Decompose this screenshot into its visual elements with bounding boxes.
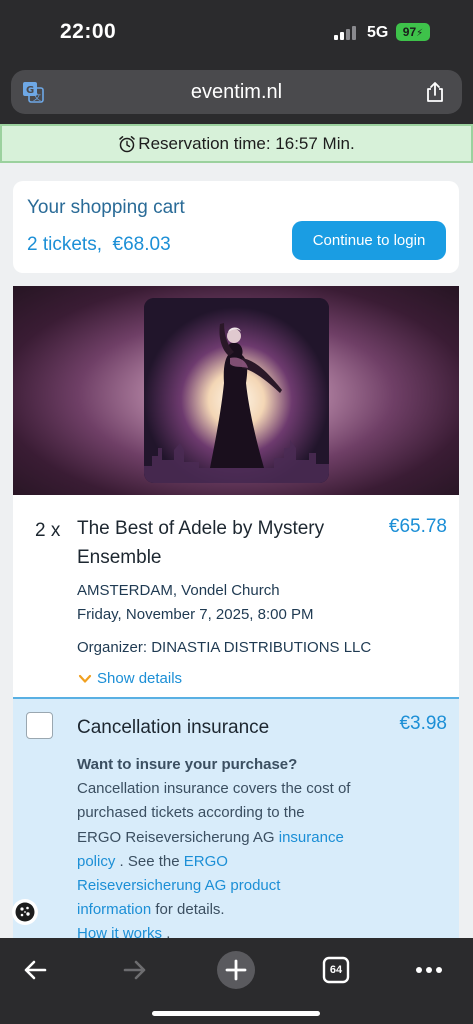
battery-icon: 97⚡ xyxy=(396,23,430,41)
event-price: €65.78 xyxy=(388,516,447,537)
cancellation-insurance-section: Cancellation insurance €3.98 Want to ins… xyxy=(13,697,459,938)
insurance-description: Want to insure your purchase? Cancellati… xyxy=(77,753,352,938)
insurance-text-2: . See the xyxy=(119,852,180,870)
browser-toolbar: 64 xyxy=(0,938,473,1024)
battery-level: 97 xyxy=(402,25,417,39)
translate-icon[interactable]: G 文 xyxy=(22,81,44,103)
insurance-text-4: . xyxy=(166,925,171,938)
event-venue: AMSTERDAM, Vondel Church xyxy=(77,582,280,599)
more-dots-icon xyxy=(416,967,442,973)
web-content[interactable]: Reservation time: 16:57 Min. Your shoppi… xyxy=(0,124,473,938)
arrow-right-icon xyxy=(123,960,146,980)
back-button[interactable] xyxy=(11,946,59,994)
cookie-settings-icon[interactable] xyxy=(11,898,39,926)
event-title: The Best of Adele by Mystery Ensemble xyxy=(77,518,325,568)
ticket-quantity: 2 x xyxy=(35,520,61,541)
reservation-text: Reservation time: 16:57 Min. xyxy=(138,133,355,153)
reservation-timer-banner: Reservation time: 16:57 Min. xyxy=(0,124,473,163)
tab-switcher-button[interactable]: 64 xyxy=(312,946,360,994)
tab-count: 64 xyxy=(329,964,343,976)
event-ticket-card: 2 x The Best of Adele by Mystery Ensembl… xyxy=(13,286,459,938)
status-bar: 22:00 5G 97⚡ xyxy=(0,0,473,62)
alarm-clock-icon xyxy=(119,135,136,152)
url-text[interactable]: eventim.nl xyxy=(11,70,462,114)
insurance-checkbox[interactable] xyxy=(26,712,53,739)
insurance-title: Cancellation insurance xyxy=(77,717,270,738)
insurance-price: €3.98 xyxy=(399,713,447,734)
event-hero-image xyxy=(13,286,459,495)
continue-to-login-button[interactable]: Continue to login xyxy=(292,221,446,260)
show-details-link[interactable]: Show details xyxy=(77,670,182,687)
cart-total: 2 tickets, €68.03 xyxy=(27,234,171,255)
signal-icon xyxy=(334,26,360,40)
event-poster-image xyxy=(144,298,329,483)
insurance-text-3: for details. xyxy=(155,901,225,919)
arrow-left-icon xyxy=(24,960,47,980)
chevron-down-icon xyxy=(78,674,92,683)
shopping-cart-summary: Your shopping cart 2 tickets, €68.03 Con… xyxy=(13,181,459,273)
event-organizer: Organizer: DINASTIA DISTRIBUTIONS LLC xyxy=(77,639,372,656)
cart-title: Your shopping cart xyxy=(27,197,185,218)
home-indicator xyxy=(152,1011,320,1016)
share-icon[interactable] xyxy=(423,80,447,104)
address-bar[interactable]: eventim.nl G 文 xyxy=(11,70,462,114)
event-datetime: Friday, November 7, 2025, 8:00 PM xyxy=(77,606,314,623)
network-type: 5G xyxy=(367,24,389,41)
plus-icon xyxy=(217,951,255,989)
forward-button[interactable] xyxy=(111,946,159,994)
status-time: 22:00 xyxy=(60,20,117,43)
show-details-label[interactable]: Show details xyxy=(97,670,182,687)
svg-text:文: 文 xyxy=(33,92,41,102)
more-menu-button[interactable] xyxy=(405,946,453,994)
how-it-works-link[interactable]: How it works xyxy=(77,925,162,938)
insurance-question: Want to insure your purchase? xyxy=(77,756,298,773)
new-tab-button[interactable] xyxy=(212,946,260,994)
